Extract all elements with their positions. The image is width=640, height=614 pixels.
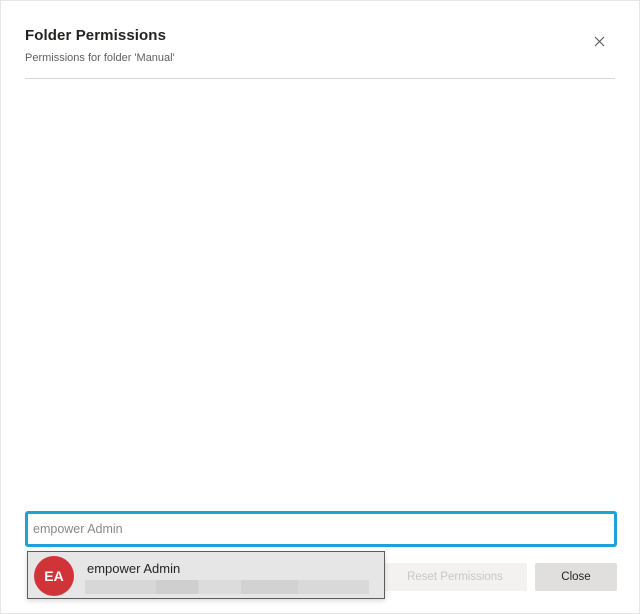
suggestion-item[interactable]: EA empower Admin — [27, 551, 385, 599]
close-icon[interactable] — [591, 33, 607, 49]
dialog-subtitle: Permissions for folder 'Manual' — [25, 52, 175, 64]
people-search-input[interactable] — [28, 514, 614, 544]
close-button[interactable]: Close — [535, 563, 617, 591]
suggestion-name: empower Admin — [87, 561, 181, 576]
people-picker — [25, 511, 617, 547]
folder-permissions-dialog: Folder Permissions Permissions for folde… — [0, 0, 640, 614]
avatar: EA — [34, 556, 74, 596]
dialog-header: Folder Permissions Permissions for folde… — [25, 27, 615, 79]
suggestion-text: empower Admin — [85, 561, 369, 594]
permissions-list-area — [25, 81, 615, 507]
suggestion-secondary-redacted — [85, 580, 369, 594]
dialog-title: Folder Permissions — [25, 27, 167, 44]
reset-permissions-button[interactable]: Reset Permissions — [383, 563, 527, 591]
